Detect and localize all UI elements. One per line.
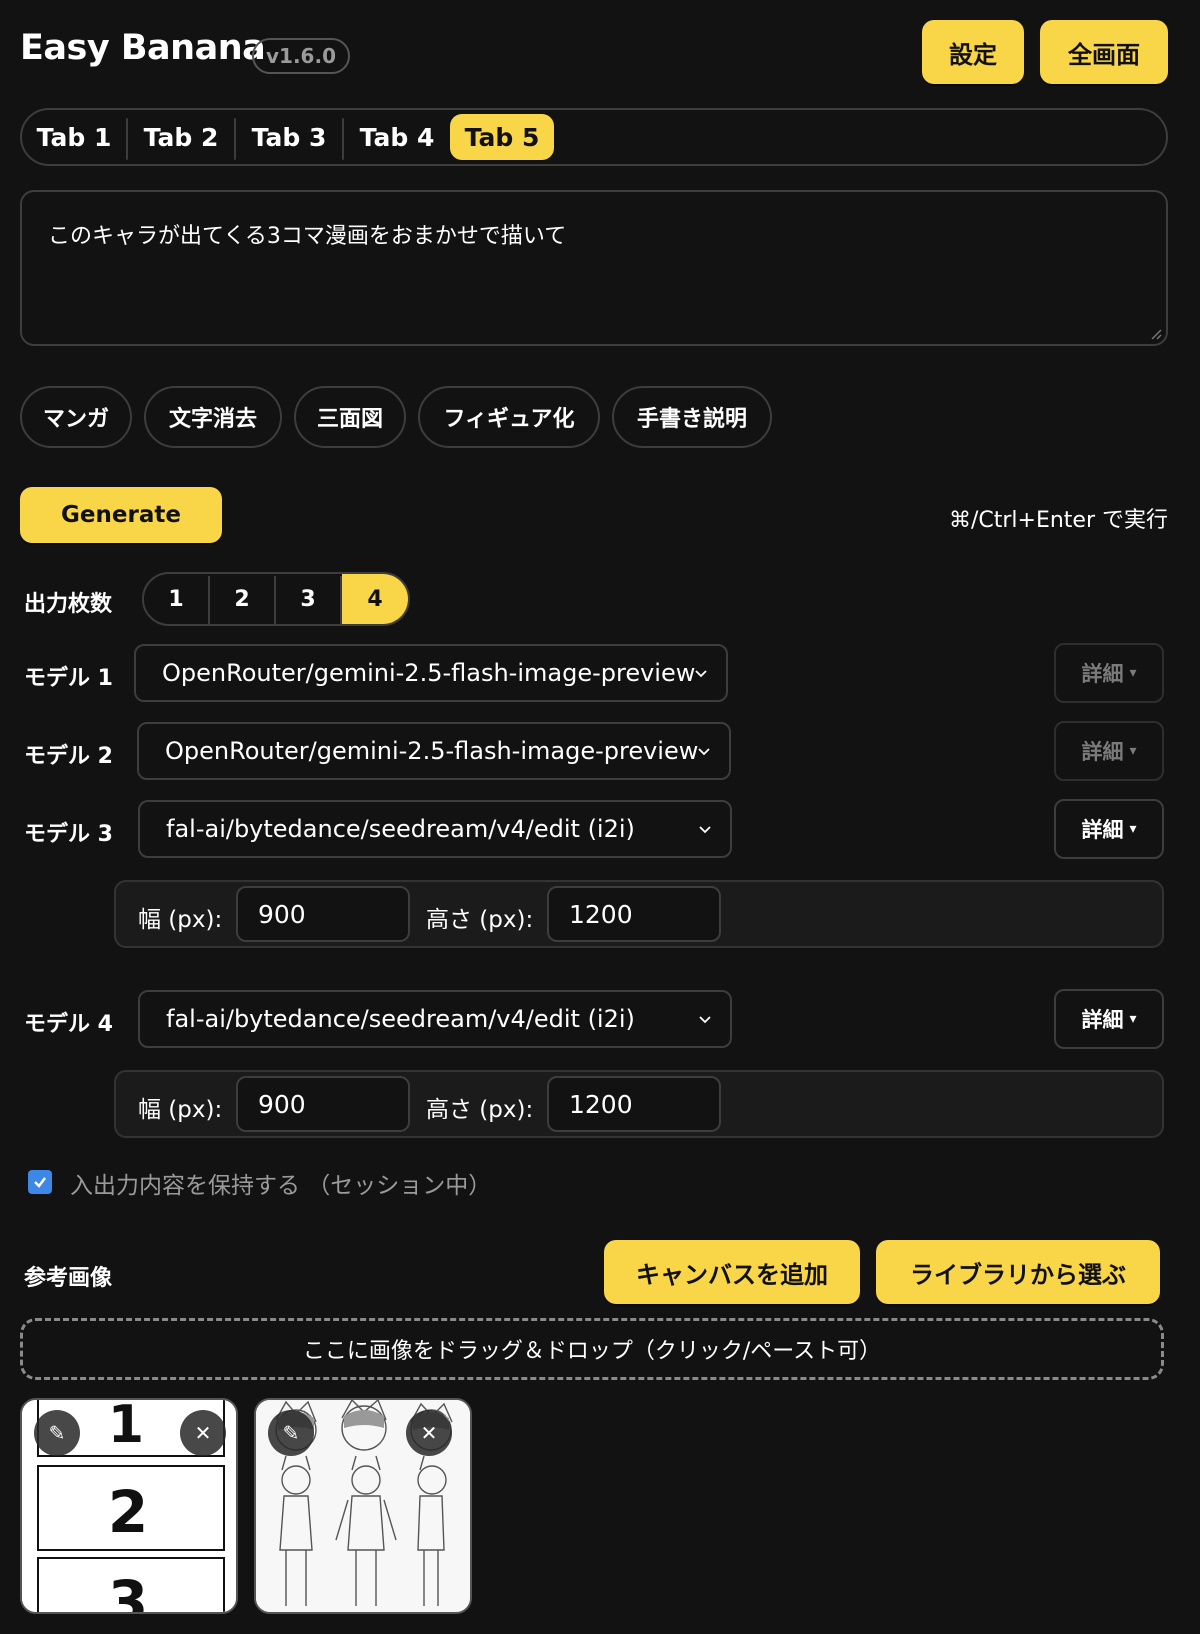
dropzone-text: ここに画像をドラッグ＆ドロップ（クリック/ペースト可） <box>302 1339 882 1364</box>
chevron-down-icon <box>695 670 707 678</box>
model-1-select[interactable]: OpenRouter/gemini-2.5-flash-image-previe… <box>134 644 728 702</box>
model-4-width-label: 幅 (px): <box>138 1097 223 1123</box>
model-3-height-label: 高さ (px): <box>426 907 534 933</box>
model-3-width-label: 幅 (px): <box>138 907 223 933</box>
add-canvas-button[interactable]: キャンバスを追加 <box>604 1240 860 1304</box>
reference-images-label: 参考画像 <box>24 1266 113 1291</box>
fullscreen-button[interactable]: 全画面 <box>1040 20 1168 84</box>
keep-io-label: 入出力内容を保持する （セッション中） <box>70 1173 492 1199</box>
caret-down-icon: ▾ <box>1129 743 1137 759</box>
model-4-value: fal-ai/bytedance/seedream/v4/edit (i2i) <box>166 1005 635 1033</box>
generate-button[interactable]: Generate <box>20 487 222 543</box>
detail-label: 詳細 <box>1081 818 1124 842</box>
remove-close-icon[interactable]: ✕ <box>180 1410 226 1456</box>
model-2-select[interactable]: OpenRouter/gemini-2.5-flash-image-previe… <box>137 722 731 780</box>
app-title: Easy Banana <box>20 28 266 68</box>
detail-label: 詳細 <box>1081 740 1124 764</box>
version-badge: v1.6.0 <box>252 38 350 74</box>
tab-divider <box>126 118 128 160</box>
settings-button[interactable]: 設定 <box>922 20 1024 84</box>
detail-label: 詳細 <box>1081 1008 1124 1032</box>
model-1-detail-button[interactable]: 詳細 ▾ <box>1054 643 1164 703</box>
model-3-height-input[interactable] <box>547 886 721 942</box>
model-3-label: モデル 3 <box>24 822 113 847</box>
model-2-detail-button[interactable]: 詳細 ▾ <box>1054 721 1164 781</box>
model-3-value: fal-ai/bytedance/seedream/v4/edit (i2i) <box>166 815 635 843</box>
chevron-down-icon <box>699 1016 711 1024</box>
detail-label: 詳細 <box>1081 662 1124 686</box>
tab-1[interactable]: Tab 1 <box>24 114 124 160</box>
preset-three-view-button[interactable]: 三面図 <box>294 386 406 448</box>
count-option-1[interactable]: 1 <box>144 574 208 624</box>
preset-text-remove-button[interactable]: 文字消去 <box>144 386 282 448</box>
model-4-label: モデル 4 <box>24 1012 113 1037</box>
panel-number-2: 2 <box>108 1478 148 1546</box>
output-count-label: 出力枚数 <box>24 592 113 617</box>
chevron-down-icon <box>698 748 710 756</box>
image-dropzone[interactable]: ここに画像をドラッグ＆ドロップ（クリック/ペースト可） <box>20 1318 1164 1380</box>
model-4-select[interactable]: fal-ai/bytedance/seedream/v4/edit (i2i) <box>138 990 732 1048</box>
remove-close-icon[interactable]: ✕ <box>406 1410 452 1456</box>
reference-thumbnail-2[interactable]: ✎ ✕ <box>254 1398 472 1614</box>
preset-figure-button[interactable]: フィギュア化 <box>418 386 600 448</box>
count-option-2[interactable]: 2 <box>210 574 274 624</box>
resize-grip-icon[interactable] <box>1150 328 1162 340</box>
model-2-label: モデル 2 <box>24 744 113 769</box>
edit-pencil-icon[interactable]: ✎ <box>34 1410 80 1456</box>
model-3-select[interactable]: fal-ai/bytedance/seedream/v4/edit (i2i) <box>138 800 732 858</box>
tab-divider <box>234 118 236 160</box>
count-option-3[interactable]: 3 <box>276 574 340 624</box>
model-2-value: OpenRouter/gemini-2.5-flash-image-previe… <box>165 737 699 765</box>
model-3-width-input[interactable] <box>236 886 410 942</box>
caret-down-icon: ▾ <box>1129 1011 1137 1027</box>
tab-5[interactable]: Tab 5 <box>450 114 554 160</box>
preset-manga-button[interactable]: マンガ <box>20 386 132 448</box>
preset-handwritten-button[interactable]: 手書き説明 <box>612 386 772 448</box>
tab-divider <box>342 118 344 160</box>
model-1-value: OpenRouter/gemini-2.5-flash-image-previe… <box>162 659 696 687</box>
keep-io-checkbox[interactable] <box>28 1170 52 1194</box>
panel-number-1: 1 <box>108 1400 144 1455</box>
count-option-4[interactable]: 4 <box>342 574 408 624</box>
tab-2[interactable]: Tab 2 <box>130 114 232 160</box>
model-3-detail-button[interactable]: 詳細 ▾ <box>1054 799 1164 859</box>
checkmark-icon <box>34 1177 46 1188</box>
caret-down-icon: ▾ <box>1129 821 1137 837</box>
model-4-detail-button[interactable]: 詳細 ▾ <box>1054 989 1164 1049</box>
panel-number-3: 3 <box>108 1568 148 1614</box>
tab-4[interactable]: Tab 4 <box>346 114 448 160</box>
model-4-width-input[interactable] <box>236 1076 410 1132</box>
caret-down-icon: ▾ <box>1129 665 1137 681</box>
chevron-down-icon <box>699 826 711 834</box>
model-1-label: モデル 1 <box>24 666 113 691</box>
model-4-height-label: 高さ (px): <box>426 1097 534 1123</box>
model-4-height-input[interactable] <box>547 1076 721 1132</box>
prompt-input[interactable]: このキャラが出てくる3コマ漫画をおまかせで描いて <box>20 190 1168 346</box>
shortcut-hint: ⌘/Ctrl+Enter で実行 <box>948 508 1168 533</box>
reference-thumbnail-1[interactable]: 1 2 3 ✎ ✕ <box>20 1398 238 1614</box>
edit-pencil-icon[interactable]: ✎ <box>268 1410 314 1456</box>
choose-from-library-button[interactable]: ライブラリから選ぶ <box>876 1240 1160 1304</box>
tab-3[interactable]: Tab 3 <box>238 114 340 160</box>
